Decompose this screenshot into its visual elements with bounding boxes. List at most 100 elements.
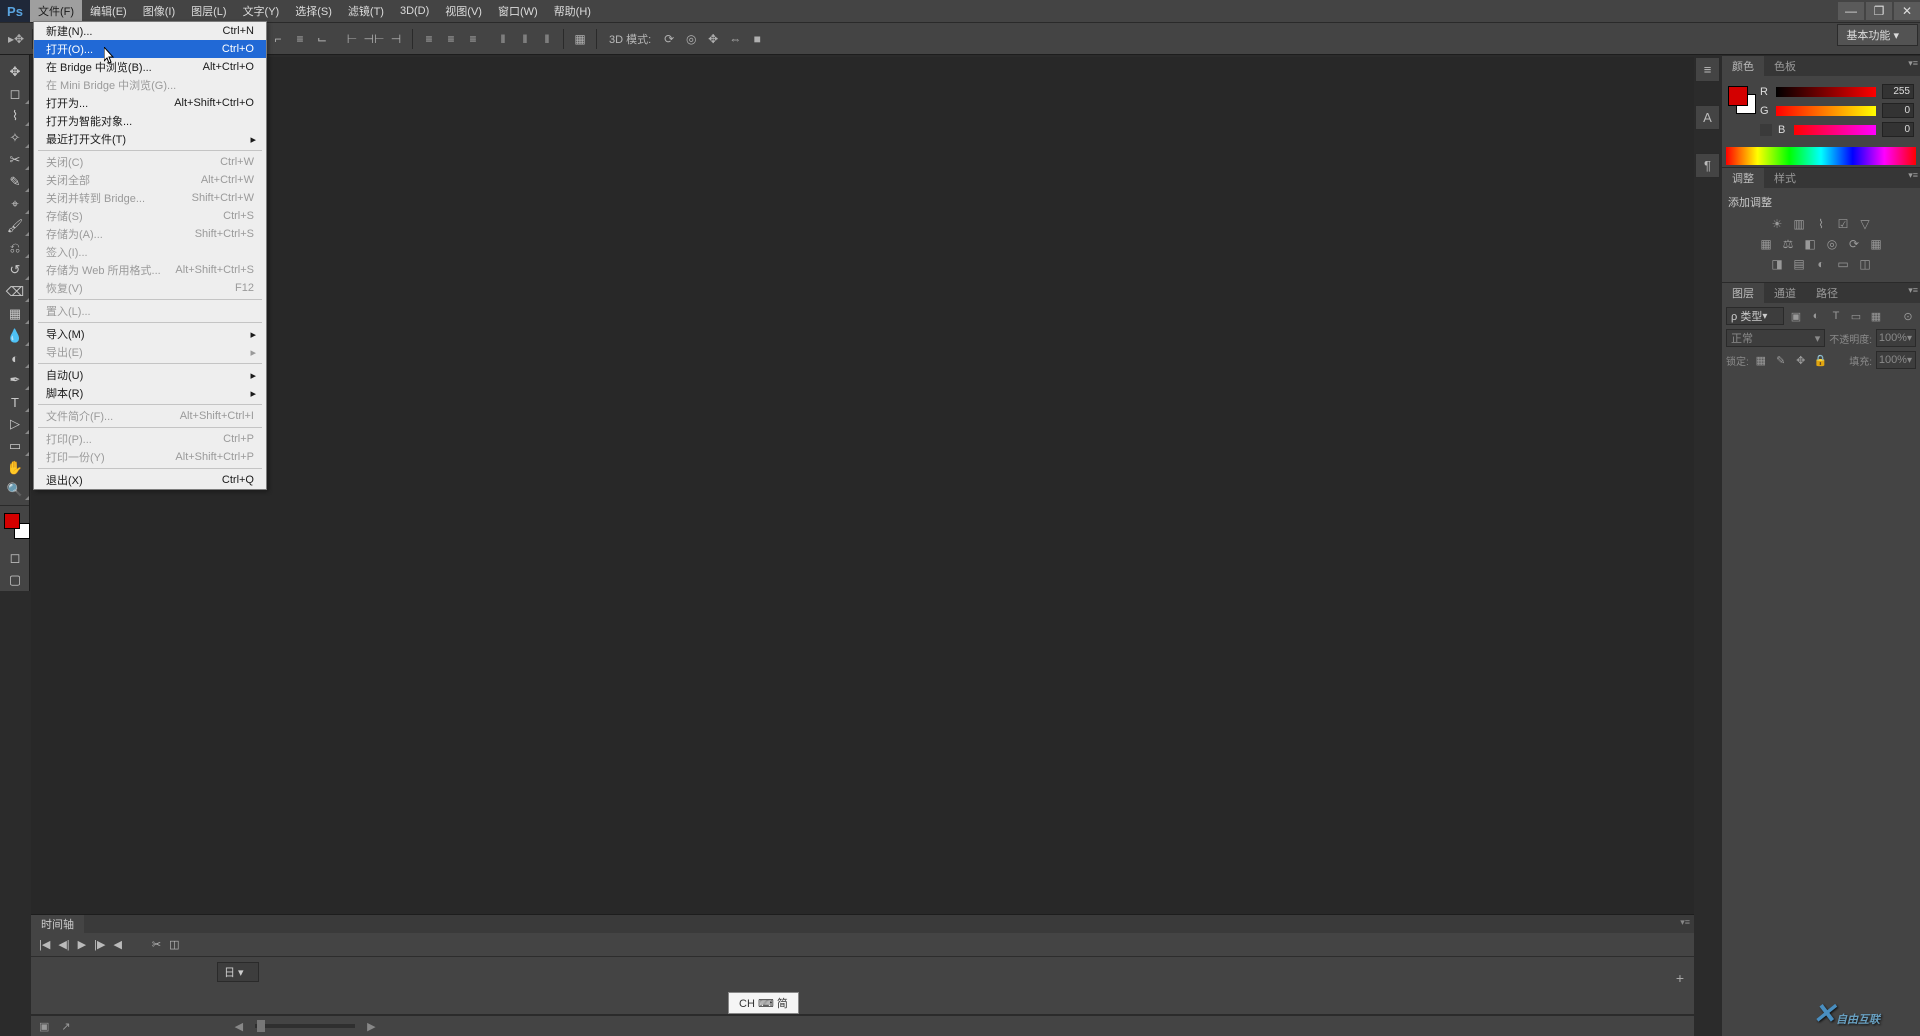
- magic-wand-tool[interactable]: ✧: [0, 127, 30, 149]
- document-canvas[interactable]: [31, 57, 1694, 918]
- file-menu-item[interactable]: 退出(X)Ctrl+Q: [34, 471, 266, 489]
- tab-channels[interactable]: 通道: [1764, 283, 1806, 303]
- distribute-right-icon[interactable]: ‖: [537, 29, 557, 49]
- menu-view[interactable]: 视图(V): [437, 0, 490, 22]
- lock-position-icon[interactable]: ✥: [1793, 352, 1809, 368]
- menu-filter[interactable]: 滤镜(T): [340, 0, 392, 22]
- align-hcenter-icon[interactable]: ⊣⊢: [364, 29, 384, 49]
- g-slider[interactable]: [1776, 106, 1876, 116]
- opacity-value[interactable]: 100% ▾: [1876, 329, 1916, 347]
- r-value[interactable]: 255: [1882, 84, 1914, 99]
- doc-size-icon[interactable]: ▣: [39, 1020, 49, 1033]
- photo-filter-icon[interactable]: ◎: [1824, 236, 1840, 252]
- posterize-icon[interactable]: ▤: [1791, 256, 1807, 272]
- filter-toggle-icon[interactable]: ⊙: [1900, 308, 1916, 324]
- marquee-tool[interactable]: ◻: [0, 83, 30, 105]
- curves-icon[interactable]: ⌇: [1813, 216, 1829, 232]
- doc-info-icon[interactable]: ↗: [61, 1020, 70, 1033]
- menu-help[interactable]: 帮助(H): [546, 0, 599, 22]
- move-tool-preset-icon[interactable]: ▸✥: [6, 29, 26, 49]
- gradient-tool[interactable]: ▦: [0, 303, 30, 325]
- character-panel-icon[interactable]: A: [1695, 105, 1720, 130]
- menu-type[interactable]: 文字(Y): [235, 0, 288, 22]
- play-icon[interactable]: ▶: [78, 938, 86, 951]
- gradient-map-icon[interactable]: ▭: [1835, 256, 1851, 272]
- eraser-tool[interactable]: ⌫: [0, 281, 30, 303]
- blend-mode-dropdown[interactable]: 正常▾: [1726, 329, 1825, 347]
- file-menu-item[interactable]: 打开为智能对象...: [34, 112, 266, 130]
- lock-all-icon[interactable]: 🔒: [1813, 352, 1829, 368]
- tab-adjustments[interactable]: 调整: [1722, 168, 1764, 188]
- minimize-button[interactable]: —: [1838, 2, 1864, 20]
- 3d-slide-icon[interactable]: ⇔: [725, 29, 745, 49]
- hue-icon[interactable]: ▦: [1758, 236, 1774, 252]
- eyedropper-tool[interactable]: ✎: [0, 171, 30, 193]
- layer-filter-kind[interactable]: ρ 类型 ▾: [1726, 307, 1784, 325]
- lock-pixels-icon[interactable]: ✎: [1773, 352, 1789, 368]
- history-panel-icon[interactable]: ≡: [1695, 57, 1720, 82]
- foreground-color-swatch[interactable]: [4, 513, 20, 529]
- distribute-bottom-icon[interactable]: ≡: [463, 29, 483, 49]
- timeline-zoom-slider[interactable]: [255, 1024, 355, 1028]
- lock-transparent-icon[interactable]: ▦: [1753, 352, 1769, 368]
- tab-paths[interactable]: 路径: [1806, 283, 1848, 303]
- file-menu-item[interactable]: 自动(U)▸: [34, 366, 266, 384]
- menu-3d[interactable]: 3D(D): [392, 0, 437, 22]
- clone-stamp-tool[interactable]: ⎌: [0, 237, 30, 259]
- 3d-roll-icon[interactable]: ◎: [681, 29, 701, 49]
- timeline-type-dropdown[interactable]: 日 ▾: [217, 962, 259, 982]
- align-top-icon[interactable]: ⌐: [268, 29, 288, 49]
- align-bottom-icon[interactable]: ⌙: [312, 29, 332, 49]
- ime-indicator[interactable]: CH ⌨ 简: [728, 992, 799, 1014]
- distribute-hcenter-icon[interactable]: ‖: [515, 29, 535, 49]
- layers-panel-menu-icon[interactable]: ▾≡: [1908, 285, 1918, 296]
- threshold-icon[interactable]: ◐: [1813, 256, 1829, 272]
- color-swatch-large[interactable]: [1728, 86, 1756, 114]
- menu-layer[interactable]: 图层(L): [183, 0, 234, 22]
- auto-align-icon[interactable]: ▦: [570, 29, 590, 49]
- quickmask-toggle[interactable]: ◻: [0, 547, 30, 569]
- channel-mixer-icon[interactable]: ⟳: [1846, 236, 1862, 252]
- selective-color-icon[interactable]: ◫: [1857, 256, 1873, 272]
- lasso-tool[interactable]: ⌇: [0, 105, 30, 127]
- zoom-tool[interactable]: 🔍: [0, 479, 30, 501]
- close-button[interactable]: ✕: [1894, 2, 1920, 20]
- align-right-icon[interactable]: ⊣: [386, 29, 406, 49]
- workspace-switcher[interactable]: 基本功能 ▾: [1837, 24, 1918, 46]
- 3d-zoom-icon[interactable]: ■: [747, 29, 767, 49]
- blur-tool[interactable]: 💧: [0, 325, 30, 347]
- b-slider[interactable]: [1794, 125, 1876, 135]
- hue-ramp[interactable]: [1726, 147, 1916, 165]
- tab-swatches[interactable]: 色板: [1764, 56, 1806, 76]
- file-menu-item[interactable]: 新建(N)...Ctrl+N: [34, 22, 266, 40]
- menu-file[interactable]: 文件(F): [30, 0, 82, 22]
- history-brush-tool[interactable]: ↺: [0, 259, 30, 281]
- tab-color[interactable]: 颜色: [1722, 56, 1764, 76]
- file-menu-item[interactable]: 打开(O)...Ctrl+O: [34, 40, 266, 58]
- align-left-icon[interactable]: ⊢: [342, 29, 362, 49]
- paragraph-panel-icon[interactable]: ¶: [1695, 153, 1720, 178]
- b-value[interactable]: 0: [1882, 122, 1914, 137]
- type-tool[interactable]: T: [0, 391, 30, 413]
- brightness-icon[interactable]: ☀: [1769, 216, 1785, 232]
- invert-icon[interactable]: ◨: [1769, 256, 1785, 272]
- mute-icon[interactable]: ✂: [152, 938, 161, 951]
- crop-tool[interactable]: ✂: [0, 149, 30, 171]
- file-menu-item[interactable]: 在 Bridge 中浏览(B)...Alt+Ctrl+O: [34, 58, 266, 76]
- move-tool[interactable]: ✥: [0, 61, 30, 83]
- timeline-collapse-icon[interactable]: ▾≡: [1680, 917, 1690, 928]
- 3d-pan-icon[interactable]: ✥: [703, 29, 723, 49]
- align-vcenter-icon[interactable]: ≡: [290, 29, 310, 49]
- vibrance-icon[interactable]: ▽: [1857, 216, 1873, 232]
- gamut-warning-icon[interactable]: [1760, 124, 1772, 136]
- tab-styles[interactable]: 样式: [1764, 168, 1806, 188]
- shape-tool[interactable]: ▭: [0, 435, 30, 457]
- levels-icon[interactable]: ▥: [1791, 216, 1807, 232]
- healing-brush-tool[interactable]: ⌖: [0, 193, 30, 215]
- file-menu-item[interactable]: 导入(M)▸: [34, 325, 266, 343]
- tab-layers[interactable]: 图层: [1722, 283, 1764, 303]
- foreground-background-colors[interactable]: [4, 513, 26, 535]
- pen-tool[interactable]: ✒: [0, 369, 30, 391]
- exposure-icon[interactable]: ☑: [1835, 216, 1851, 232]
- r-slider[interactable]: [1776, 87, 1876, 97]
